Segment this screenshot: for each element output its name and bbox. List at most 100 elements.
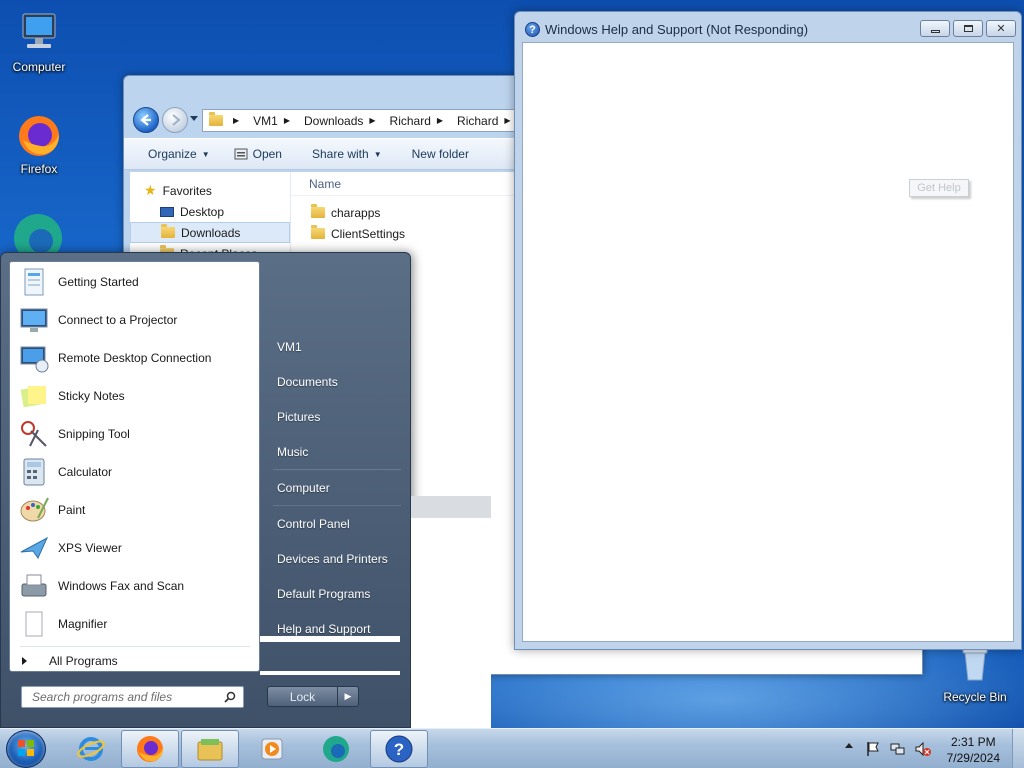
back-button[interactable] [133, 107, 159, 133]
downloads-folder-icon [161, 224, 175, 238]
chevron-down-icon: ▼ [201, 149, 210, 159]
open-button[interactable]: Open [234, 147, 282, 161]
link-documents[interactable]: Documents [267, 364, 407, 399]
desktop-icon-computer[interactable]: Computer [1, 10, 77, 74]
internet-explorer-icon [77, 737, 105, 761]
breadcrumb-separator: ▶ [233, 116, 240, 125]
program-fax-scan[interactable]: Windows Fax and Scan [14, 568, 257, 604]
close-button[interactable]: ✕ [986, 20, 1016, 37]
breadcrumb-richard[interactable]: Richard [390, 114, 431, 128]
breadcrumb-separator: ▶ [369, 116, 376, 125]
taskbar-media-player[interactable] [243, 730, 301, 768]
program-calculator[interactable]: Calculator [14, 454, 257, 490]
help-window[interactable]: ? Windows Help and Support (Not Respondi… [514, 11, 1022, 650]
nav-desktop[interactable]: Desktop [130, 201, 290, 222]
taskbar-internet-explorer[interactable] [62, 730, 120, 768]
paint-palette-icon [18, 494, 50, 526]
start-button[interactable] [6, 730, 46, 768]
action-center-flag-icon[interactable] [866, 741, 880, 760]
link-default-programs[interactable]: Default Programs [267, 576, 407, 611]
breadcrumb-downloads[interactable]: Downloads [304, 114, 363, 128]
computer-icon [15, 10, 63, 58]
help-icon: ? [525, 22, 540, 37]
desktop-icon-label: Computer [12, 60, 66, 74]
history-dropdown-icon[interactable] [190, 116, 198, 121]
render-artifact [411, 496, 491, 728]
restore-button[interactable] [953, 20, 983, 37]
window-title: ? Windows Help and Support (Not Respondi… [525, 22, 808, 37]
star-icon: ★ [144, 182, 157, 198]
program-remote-desktop[interactable]: Remote Desktop Connection [14, 340, 257, 376]
program-connect-projector[interactable]: Connect to a Projector [14, 302, 257, 338]
media-player-icon [261, 738, 283, 760]
lock-button[interactable]: Lock ▶ [267, 686, 359, 707]
desktop-icon-label: Recycle Bin [943, 690, 1007, 704]
desktop: Computer Firefox Recycle Bin ▶ VM1 ▶ Dow… [0, 0, 1024, 728]
link-music[interactable]: Music [267, 434, 407, 469]
firefox-icon [137, 736, 163, 762]
folder-icon [311, 225, 325, 239]
volume-muted-icon[interactable] [914, 741, 932, 760]
scissors-icon [18, 418, 50, 450]
svg-text:?: ? [394, 740, 404, 759]
clock-date: 7/29/2024 [946, 751, 1000, 765]
network-icon[interactable] [890, 741, 906, 760]
taskbar-file-explorer[interactable] [181, 730, 239, 768]
minimize-icon [930, 30, 940, 33]
program-magnifier[interactable]: Magnifier [14, 606, 257, 642]
clock[interactable]: 2:31 PM 7/29/2024 [947, 734, 1000, 766]
link-control-panel[interactable]: Control Panel [267, 506, 407, 541]
arrow-right-icon [172, 114, 181, 126]
taskbar-help-support[interactable]: ? [370, 730, 428, 768]
nav-favorites[interactable]: ★ Favorites [130, 180, 290, 201]
all-programs-button[interactable]: All Programs [22, 654, 118, 668]
breadcrumb-separator: ▶ [436, 116, 444, 125]
get-help-ghost-button: Get Help [909, 179, 969, 197]
search-icon [224, 691, 236, 706]
link-pictures[interactable]: Pictures [267, 399, 407, 434]
help-content-area: Get Help [522, 42, 1014, 642]
desktop-folder-icon [160, 206, 174, 217]
link-computer[interactable]: Computer [267, 470, 407, 505]
file-explorer-icon [197, 739, 223, 761]
program-snipping-tool[interactable]: Snipping Tool [14, 416, 257, 452]
magnifier-icon [18, 608, 50, 640]
windows-logo-icon [18, 740, 34, 756]
program-getting-started[interactable]: Getting Started [14, 264, 257, 300]
minimize-button[interactable] [920, 20, 950, 37]
start-menu: Getting Started Connect to a Projector R… [0, 252, 411, 728]
link-user-folder[interactable]: VM1 [267, 329, 407, 364]
render-artifact [260, 636, 400, 642]
organize-button[interactable]: Organize ▼ [148, 147, 210, 161]
show-desktop-button[interactable] [1012, 729, 1024, 768]
edge-icon [323, 736, 349, 762]
firefox-icon [15, 112, 63, 160]
calculator-icon [18, 456, 50, 488]
folder-icon [209, 112, 223, 126]
getting-started-icon [18, 266, 50, 298]
edge-icon[interactable] [13, 213, 63, 262]
forward-button[interactable] [162, 107, 188, 133]
nav-downloads[interactable]: Downloads [130, 222, 290, 243]
taskbar-edge[interactable] [307, 730, 365, 768]
sticky-notes-icon [18, 380, 50, 412]
restore-icon [963, 25, 973, 32]
new-folder-button[interactable]: New folder [412, 147, 469, 161]
projector-icon [18, 304, 50, 336]
chevron-right-icon [22, 657, 27, 665]
program-paint[interactable]: Paint [14, 492, 257, 528]
chevron-down-icon: ▼ [373, 149, 382, 159]
divider [20, 646, 250, 647]
program-xps-viewer[interactable]: XPS Viewer [14, 530, 257, 566]
help-icon: ? [385, 735, 413, 763]
taskbar-firefox[interactable] [121, 730, 179, 768]
link-devices-printers[interactable]: Devices and Printers [267, 541, 407, 576]
desktop-icon-firefox[interactable]: Firefox [1, 112, 77, 176]
chevron-right-icon[interactable]: ▶ [338, 687, 358, 706]
breadcrumb-vm1[interactable]: VM1 [253, 114, 278, 128]
share-with-button[interactable]: Share with ▼ [312, 147, 382, 161]
program-sticky-notes[interactable]: Sticky Notes [14, 378, 257, 414]
show-hidden-icons-button[interactable] [845, 743, 853, 748]
breadcrumb-richard-2[interactable]: Richard [457, 114, 498, 128]
start-search-input[interactable]: Search programs and files [21, 686, 244, 708]
